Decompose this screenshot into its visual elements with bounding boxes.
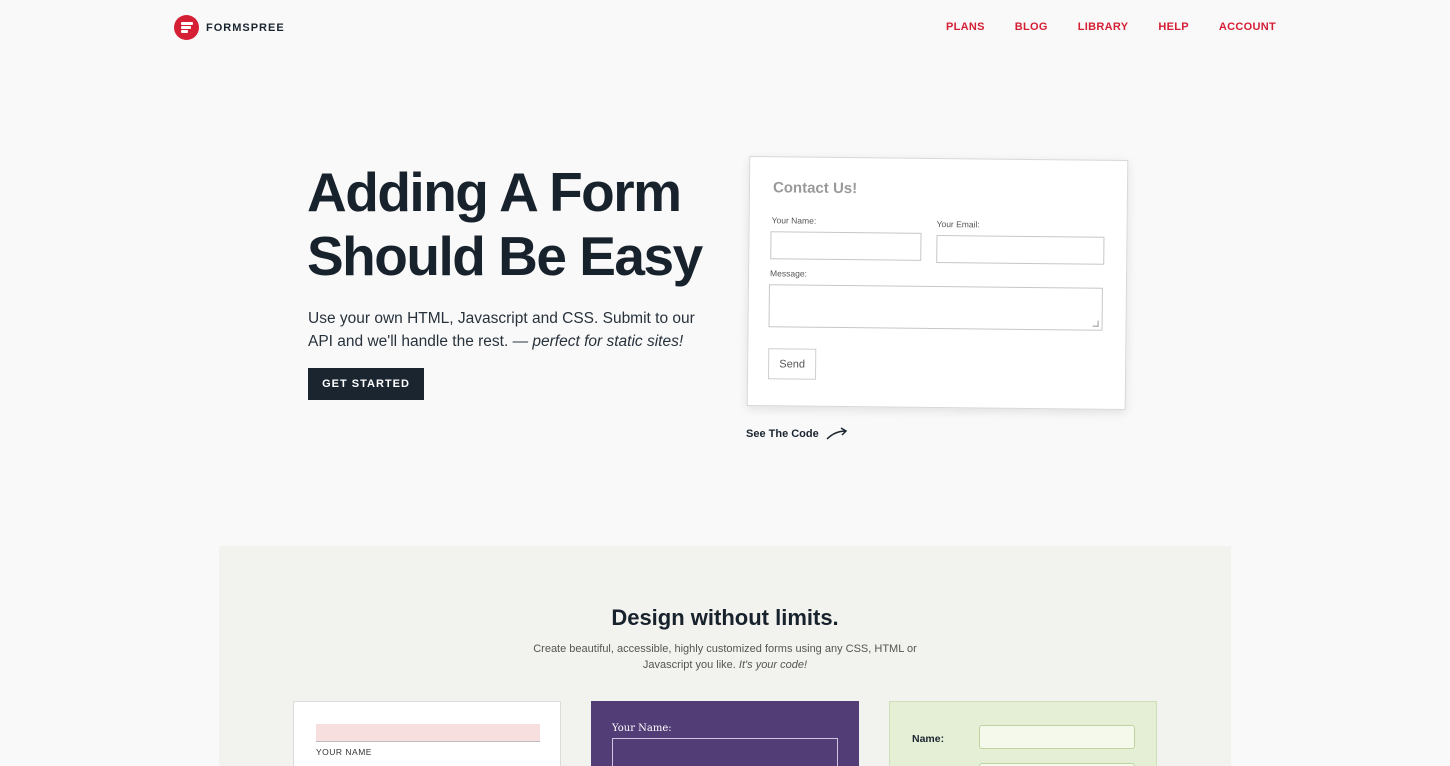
sample-form-purple: Your Name: — [591, 701, 859, 766]
see-the-code-link[interactable]: See The Code — [746, 427, 849, 441]
sample-name-input[interactable] — [612, 738, 838, 766]
email-input[interactable] — [936, 234, 1105, 265]
hero-title-line2: Should Be Easy — [307, 225, 703, 287]
design-subtitle-emphasis: It's your code! — [738, 659, 808, 671]
resize-handle-icon[interactable] — [1092, 320, 1099, 327]
hero-subtitle: Use your own HTML, Javascript and CSS. S… — [308, 307, 708, 353]
send-button[interactable]: Send — [767, 348, 817, 380]
sample-name-label: Your Name: — [612, 723, 672, 734]
nav-account[interactable]: ACCOUNT — [1219, 21, 1276, 33]
hero-subtitle-emphasis: — perfect for static sites! — [512, 333, 684, 350]
contact-form-title: Contact Us! — [772, 179, 858, 198]
email-field-label: Your Email: — [936, 218, 980, 230]
message-field-label: Message: — [770, 268, 808, 279]
page: FORMSPREE PLANS BLOG LIBRARY HELP ACCOUN… — [0, 0, 1450, 766]
name-input[interactable] — [770, 231, 922, 261]
brand-name: FORMSPREE — [206, 21, 285, 34]
main-nav: PLANS BLOG LIBRARY HELP ACCOUNT — [946, 21, 1276, 33]
design-section: Design without limits. Create beautiful,… — [219, 546, 1231, 766]
sample-name-label: Name: — [912, 733, 945, 745]
design-section-subtitle: Create beautiful, accessible, highly cus… — [525, 641, 925, 673]
contact-form-demo: Contact Us! Your Name: Your Email: Messa… — [746, 156, 1129, 410]
sample-name-label: YOUR NAME — [316, 747, 372, 757]
hero-title-line1: Adding A Form — [307, 161, 682, 223]
get-started-button[interactable]: GET STARTED — [308, 368, 424, 400]
formspree-logo-icon — [174, 15, 199, 40]
sample-name-input[interactable] — [979, 725, 1135, 749]
name-field-label: Your Name: — [771, 215, 817, 226]
sample-name-input[interactable] — [316, 724, 540, 742]
nav-library[interactable]: LIBRARY — [1078, 21, 1129, 33]
curved-arrow-icon — [826, 427, 847, 440]
logo[interactable]: FORMSPREE — [174, 15, 285, 40]
site-header: FORMSPREE PLANS BLOG LIBRARY HELP ACCOUN… — [0, 0, 1450, 56]
nav-help[interactable]: HELP — [1158, 21, 1189, 33]
sample-form-green: Name: — [889, 701, 1157, 766]
design-section-title: Design without limits. — [611, 605, 839, 630]
see-the-code-label: See The Code — [746, 428, 819, 440]
nav-blog[interactable]: BLOG — [1015, 21, 1048, 33]
design-subtitle-text: Create beautiful, accessible, highly cus… — [533, 643, 917, 671]
nav-plans[interactable]: PLANS — [946, 21, 985, 33]
hero-title: Adding A Form Should Be Easy — [307, 160, 727, 288]
message-textarea[interactable] — [768, 284, 1103, 331]
sample-form-minimal: YOUR NAME — [293, 701, 561, 766]
